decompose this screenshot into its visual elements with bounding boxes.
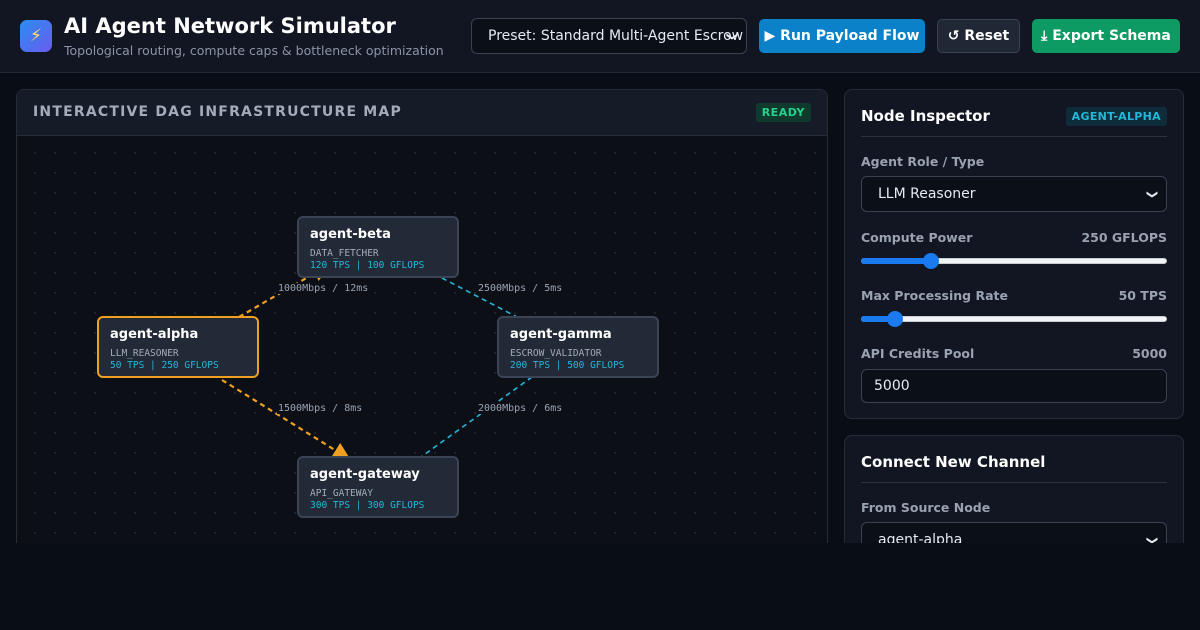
from-source-select[interactable]: agent-alpha ❯ [861, 522, 1167, 543]
node-name: agent-alpha [110, 327, 199, 342]
selected-agent-tag: AGENT-ALPHA [1065, 107, 1167, 126]
connect-title: Connect New Channel [861, 453, 1046, 471]
inspector-title: Node Inspector [861, 107, 990, 125]
node-name: agent-gamma [510, 327, 612, 342]
node-role: DATA_FETCHER [310, 248, 379, 259]
edge-label: 1500Mbps / 8ms [277, 403, 364, 414]
app-title: AI Agent Network Simulator [64, 14, 396, 38]
node-agent-gateway[interactable]: agent-gateway API_GATEWAY 300 TPS | 300 … [297, 456, 459, 518]
chevron-down-icon: ❯ [1145, 189, 1159, 200]
from-source-label: From Source Node [861, 500, 991, 515]
slider-thumb[interactable] [923, 253, 940, 269]
compute-power-value: 250 GFLOPS [1081, 230, 1167, 245]
max-processing-rate-value: 50 TPS [1118, 288, 1167, 303]
node-stats: 300 TPS | 300 GFLOPS [310, 500, 425, 511]
agent-role-select[interactable]: LLM Reasoner ❯ [861, 176, 1167, 212]
node-agent-gamma[interactable]: agent-gamma ESCROW_VALIDATOR 200 TPS | 5… [497, 316, 659, 378]
dag-map-panel: Interactive DAG Infrastructure Map READY [16, 89, 828, 543]
slider-track [861, 316, 1167, 322]
node-role: LLM_REASONER [110, 348, 179, 359]
node-stats: 120 TPS | 100 GFLOPS [310, 260, 425, 271]
divider [861, 482, 1167, 483]
node-name: agent-beta [310, 227, 391, 242]
api-credits-input[interactable]: 5000 [861, 369, 1167, 403]
divider [861, 136, 1167, 137]
edge-label: 2000Mbps / 6ms [477, 403, 564, 414]
chevron-down-icon: ❯ [725, 31, 739, 42]
lightning-logo-icon: ⚡ [20, 20, 52, 52]
edge-alpha-gateway[interactable] [221, 379, 351, 460]
compute-power-label: Compute Power [861, 230, 973, 245]
edge-label: 2500Mbps / 5ms [477, 283, 564, 294]
agent-role-value: LLM Reasoner [878, 186, 976, 202]
node-role: API_GATEWAY [310, 488, 373, 499]
node-agent-alpha[interactable]: agent-alpha LLM_REASONER 50 TPS | 250 GF… [97, 316, 259, 378]
chevron-down-icon: ❯ [1145, 535, 1159, 543]
preset-select-value: Preset: Standard Multi-Agent Escrow [488, 28, 744, 44]
agent-role-label: Agent Role / Type [861, 154, 985, 169]
connect-channel-panel: Connect New Channel From Source Node age… [844, 435, 1184, 543]
slider-thumb[interactable] [886, 311, 903, 327]
node-stats: 50 TPS | 250 GFLOPS [110, 360, 219, 371]
node-role: ESCROW_VALIDATOR [510, 348, 602, 359]
map-title: Interactive DAG Infrastructure Map [33, 104, 402, 120]
top-header: ⚡ AI Agent Network Simulator Topological… [0, 0, 1200, 73]
api-credits-value: 5000 [1132, 346, 1167, 361]
api-credits-label: API Credits Pool [861, 346, 975, 361]
app-subtitle: Topological routing, compute caps & bott… [64, 43, 444, 58]
map-canvas[interactable]: 1000Mbps / 12ms 2500Mbps / 5ms 1500Mbps … [17, 137, 827, 543]
api-credits-input-value: 5000 [874, 378, 910, 394]
map-header: Interactive DAG Infrastructure Map READY [17, 90, 827, 136]
node-agent-beta[interactable]: agent-beta DATA_FETCHER 120 TPS | 100 GF… [297, 216, 459, 278]
compute-power-slider[interactable] [861, 253, 1167, 269]
node-name: agent-gateway [310, 467, 420, 482]
max-processing-rate-label: Max Processing Rate [861, 288, 1008, 303]
app-frame: ⚡ AI Agent Network Simulator Topological… [0, 0, 1200, 543]
max-processing-rate-slider[interactable] [861, 311, 1167, 327]
run-payload-flow-button[interactable]: ▶ Run Payload Flow [759, 19, 925, 53]
from-source-value: agent-alpha [878, 532, 963, 543]
export-schema-button[interactable]: ⤓ Export Schema [1032, 19, 1180, 53]
preset-select[interactable]: Preset: Standard Multi-Agent Escrow ❯ [471, 18, 747, 54]
edge-gamma-gateway[interactable] [420, 376, 533, 458]
reset-button[interactable]: ↺ Reset [937, 19, 1020, 53]
slider-fill [861, 258, 932, 264]
edge-label: 1000Mbps / 12ms [277, 283, 370, 294]
node-inspector-panel: Node Inspector AGENT-ALPHA Agent Role / … [844, 89, 1184, 419]
status-badge: READY [755, 103, 811, 122]
node-stats: 200 TPS | 500 GFLOPS [510, 360, 625, 371]
